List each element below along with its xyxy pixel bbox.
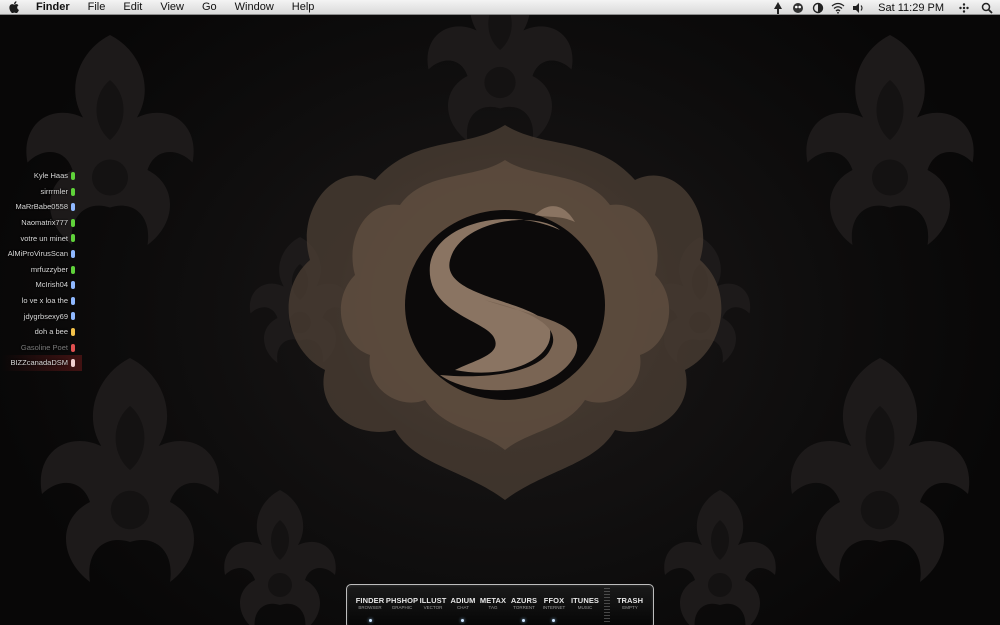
wifi-icon[interactable] bbox=[828, 0, 848, 15]
growl-icon[interactable] bbox=[788, 0, 808, 15]
buddy-row[interactable]: lo ve x loa the bbox=[2, 293, 82, 309]
buddy-name: mrfuzzyber bbox=[30, 264, 68, 274]
buddy-name: Kyle Haas bbox=[33, 171, 68, 181]
status-indicator bbox=[71, 265, 75, 274]
tree-icon[interactable] bbox=[768, 0, 788, 15]
status-indicator bbox=[71, 203, 75, 212]
buddy-row[interactable]: Kyle Haas bbox=[2, 168, 82, 184]
status-indicator bbox=[71, 172, 75, 180]
buddy-name: BIZZcanadaDSM bbox=[10, 358, 68, 368]
buddy-name: sirrrmler bbox=[40, 186, 69, 196]
menu-view[interactable]: View bbox=[151, 0, 193, 15]
dock-item-metax[interactable]: METAX TAG bbox=[479, 596, 507, 611]
dock-label: FINDER bbox=[355, 596, 385, 605]
buddy-row[interactable]: AlMiProVirusScan bbox=[2, 246, 82, 262]
dock-label: METAX bbox=[479, 596, 507, 605]
spotlight-icon[interactable] bbox=[974, 0, 1000, 15]
buddy-name: lo ve x loa the bbox=[21, 296, 68, 306]
dock-label: ADIUM bbox=[450, 596, 476, 605]
buddy-row[interactable]: MaRrBabe0558 bbox=[2, 199, 82, 215]
buddy-row[interactable]: doh a bee bbox=[2, 324, 82, 340]
dock-label: ILLUST bbox=[419, 596, 447, 605]
dock-label: ITUNES bbox=[570, 596, 600, 605]
running-indicator bbox=[552, 619, 555, 622]
dock-sublabel: INTERNET bbox=[542, 605, 566, 610]
running-indicator bbox=[461, 619, 464, 622]
apple-icon[interactable] bbox=[0, 0, 28, 15]
buddy-row[interactable]: mrfuzzyber bbox=[2, 262, 82, 278]
dots-icon[interactable] bbox=[954, 0, 974, 15]
buddy-row[interactable]: Gasoline Poet bbox=[2, 340, 82, 356]
status-indicator bbox=[71, 343, 75, 352]
menu-help[interactable]: Help bbox=[283, 0, 324, 15]
dock-separator bbox=[604, 588, 610, 624]
menubar-clock[interactable]: Sat 11:29 PM bbox=[868, 2, 954, 14]
dock-label: FFOX bbox=[543, 596, 565, 605]
status-indicator bbox=[71, 281, 75, 290]
buddy-name: Gasoline Poet bbox=[20, 342, 68, 352]
buddy-row[interactable]: BIZZcanadaDSM bbox=[2, 355, 82, 371]
desktop-wallpaper bbox=[0, 0, 1000, 625]
buddy-name: AlMiProVirusScan bbox=[7, 249, 68, 259]
status-indicator bbox=[71, 296, 75, 305]
buddy-name: MaRrBabe0558 bbox=[15, 202, 68, 212]
dock-sublabel: BROWSER bbox=[358, 605, 382, 610]
dock-item-trash[interactable]: TRASH EMPTY bbox=[615, 596, 645, 611]
dock-item-photoshop[interactable]: PHSHOP GRAPHIC bbox=[385, 596, 419, 611]
menu-bar: Finder File Edit View Go Window Help Sat… bbox=[0, 0, 1000, 15]
dock-item-itunes[interactable]: ITUNES MUSIC bbox=[570, 596, 600, 611]
dock-sublabel: TORRENT bbox=[513, 605, 535, 610]
buddy-name: jdygrbsexy69 bbox=[23, 311, 68, 321]
dock-sublabel: EMPTY bbox=[622, 605, 638, 610]
buddy-row[interactable]: jdygrbsexy69 bbox=[2, 308, 82, 324]
volume-icon[interactable] bbox=[848, 0, 868, 15]
buddy-name: McIrish04 bbox=[35, 280, 68, 290]
menubar-status-area: Sat 11:29 PM bbox=[768, 0, 1000, 15]
dock-item-azureus[interactable]: AZURS TORRENT bbox=[509, 596, 539, 611]
dock-sublabel: CHAT bbox=[457, 605, 469, 610]
buddy-row[interactable]: votre un minet bbox=[2, 230, 82, 246]
buddy-row[interactable]: sirrrmler bbox=[2, 184, 82, 200]
dock-sublabel: GRAPHIC bbox=[391, 605, 413, 610]
menu-finder[interactable]: Finder bbox=[28, 0, 79, 15]
dock-label: TRASH bbox=[616, 596, 644, 605]
dock-sublabel: VECTOR bbox=[423, 605, 443, 610]
emblem-ornament bbox=[288, 125, 722, 500]
running-indicator bbox=[522, 619, 525, 622]
status-indicator bbox=[71, 187, 75, 196]
dock-sublabel: TAG bbox=[488, 605, 498, 610]
menu-file[interactable]: File bbox=[79, 0, 115, 15]
status-indicator bbox=[71, 327, 75, 336]
running-indicator bbox=[369, 619, 372, 622]
dock-item-firefox[interactable]: FFOX INTERNET bbox=[540, 596, 568, 611]
status-indicator bbox=[71, 312, 75, 321]
menu-edit[interactable]: Edit bbox=[114, 0, 151, 15]
dock: FINDER BROWSER PHSHOP GRAPHIC ILLUST VEC… bbox=[346, 584, 654, 625]
dock-label: PHSHOP bbox=[385, 596, 419, 605]
status-indicator bbox=[71, 218, 75, 227]
status-indicator bbox=[71, 249, 75, 258]
dock-item-finder[interactable]: FINDER BROWSER bbox=[355, 596, 385, 611]
menu-go[interactable]: Go bbox=[193, 0, 226, 15]
buddy-list: Kyle Haas sirrrmler MaRrBabe0558 Naomatr… bbox=[2, 168, 82, 371]
status-indicator bbox=[71, 234, 75, 243]
menu-window[interactable]: Window bbox=[226, 0, 283, 15]
damask-pattern bbox=[26, 0, 974, 625]
dock-sublabel: MUSIC bbox=[577, 605, 593, 610]
dock-label: AZURS bbox=[510, 596, 538, 605]
status-indicator bbox=[71, 359, 75, 368]
dock-item-adium[interactable]: ADIUM CHAT bbox=[449, 596, 477, 611]
buddy-name: Naomatrix777 bbox=[21, 218, 68, 228]
buddy-row[interactable]: McIrish04 bbox=[2, 277, 82, 293]
buddy-name: doh a bee bbox=[34, 327, 68, 337]
buddy-row[interactable]: Naomatrix777 bbox=[2, 215, 82, 231]
dock-item-illustrator[interactable]: ILLUST VECTOR bbox=[419, 596, 447, 611]
buddy-name: votre un minet bbox=[20, 233, 68, 243]
sync-icon[interactable] bbox=[808, 0, 828, 15]
